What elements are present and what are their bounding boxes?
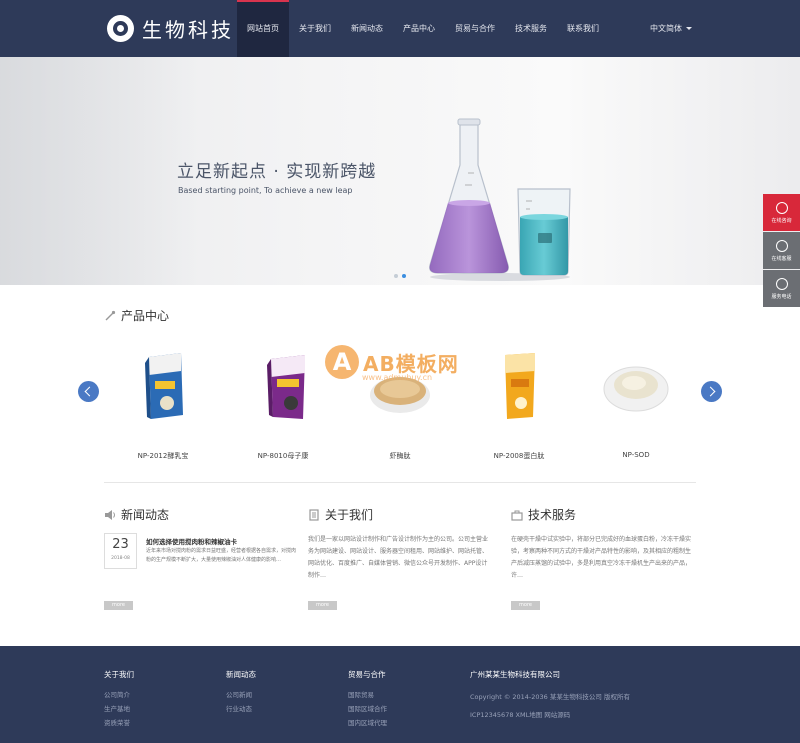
- footer-link[interactable]: 公司简介: [104, 688, 134, 702]
- watermark-url: www.admubuy.cn: [362, 373, 433, 382]
- nav-item-tech[interactable]: 技术服务: [505, 0, 557, 57]
- carousel-next-button[interactable]: [701, 381, 722, 402]
- pipette-icon: [105, 310, 116, 320]
- nav-item-news[interactable]: 新闻动态: [341, 0, 393, 57]
- footer-icp-links[interactable]: ICP12345678 XML地图 网站源码: [470, 706, 630, 724]
- product-image: [145, 353, 183, 419]
- site-logo[interactable]: 生物科技: [107, 14, 234, 42]
- product-card[interactable]: [581, 345, 691, 429]
- side-label: 在线客服: [771, 255, 792, 262]
- slider-dots: [394, 274, 406, 278]
- footer-heading: 关于我们: [104, 670, 134, 679]
- product-card[interactable]: [228, 345, 338, 429]
- nav-item-trade[interactable]: 贸易与合作: [445, 0, 505, 57]
- footer-company-info: 广州某某生物科技有限公司 Copyright © 2014-2036 某某生物科…: [470, 669, 630, 724]
- headset-icon: [775, 239, 788, 252]
- language-label: 中文简体: [650, 24, 682, 33]
- footer-link[interactable]: 生产基地: [104, 702, 134, 716]
- footer-link[interactable]: 国际区域合作: [348, 702, 387, 716]
- product-name[interactable]: 虾酶肽: [345, 451, 455, 461]
- section-heading: 技术服务: [528, 508, 577, 522]
- slider-dot[interactable]: [394, 274, 398, 278]
- footer-copyright: Copyright © 2014-2036 某某生物科技公司 版权所有: [470, 693, 630, 701]
- about-more-button[interactable]: more: [308, 601, 337, 610]
- product-name[interactable]: NP-2012酵乳宝: [108, 451, 218, 461]
- footer-column-trade: 贸易与合作 国际贸易 国际区域合作 国内区域代理: [348, 669, 387, 730]
- toolbox-icon: [511, 510, 523, 521]
- tech-more-button[interactable]: more: [511, 601, 540, 610]
- speaker-icon: [105, 509, 115, 520]
- banner-title: 立足新起点 · 实现新跨越: [177, 162, 377, 182]
- side-phone[interactable]: 服务电话: [763, 270, 800, 307]
- banner-subtitle: Based starting point, To achieve a new l…: [178, 186, 353, 195]
- product-name[interactable]: NP-8010母子康: [228, 451, 338, 461]
- section-divider: [104, 482, 696, 483]
- footer-link[interactable]: 国内区域代理: [348, 716, 387, 730]
- about-excerpt: 我们是一家以网站设计制作和广告设计制作为主的公司。公司主营业务为网站建设、网站设…: [308, 536, 489, 579]
- news-section-title: 新闻动态: [104, 506, 169, 523]
- news-more-button[interactable]: more: [104, 601, 133, 610]
- footer-column-about: 关于我们 公司简介 生产基地 资质荣誉: [104, 669, 134, 730]
- nav-item-products[interactable]: 产品中心: [393, 0, 445, 57]
- nav-item-contact[interactable]: 联系我们: [557, 0, 609, 57]
- watermark: A AB模板网 www.admubuy.cn: [325, 345, 459, 382]
- product-name[interactable]: NP-2008蛋白肽: [464, 451, 574, 461]
- side-toolbar: 在线咨询 在线客服 服务电话: [763, 194, 800, 308]
- chevron-down-icon: [686, 27, 692, 30]
- news-date-badge: 23 2018-08: [104, 533, 137, 569]
- side-online-service[interactable]: 在线客服: [763, 232, 800, 269]
- product-card[interactable]: [464, 345, 574, 429]
- document-icon: [309, 508, 319, 521]
- section-heading: 新闻动态: [121, 508, 170, 522]
- logo-icon: [107, 14, 134, 42]
- about-section-title: 关于我们: [308, 506, 373, 523]
- carousel-prev-button[interactable]: [78, 381, 99, 402]
- tech-section-title: 技术服务: [511, 506, 576, 523]
- bell-icon: [775, 201, 788, 214]
- slider-dot-active[interactable]: [402, 274, 406, 278]
- language-selector[interactable]: 中文简体: [650, 23, 692, 34]
- footer-heading: 新闻动态: [226, 670, 256, 679]
- product-image: [603, 366, 669, 412]
- tech-excerpt: 在硬壳干燥中试实验中，将部分已完成好的血球蛋白粉，冷冻干燥实验，考察两种不同方式…: [511, 536, 692, 579]
- footer-link[interactable]: 行业动态: [226, 702, 256, 716]
- products-section-title: 产品中心: [104, 307, 169, 324]
- banner-shade: [0, 57, 200, 285]
- side-label: 服务电话: [771, 293, 792, 300]
- nav-item-about[interactable]: 关于我们: [289, 0, 341, 57]
- header-bar: 生物科技 网站首页 关于我们 新闻动态 产品中心 贸易与合作 技术服务 联系我们…: [0, 0, 800, 57]
- news-excerpt: 近年来市场对搅肉粉的需求日益旺盛，经营者根据各自需求，对搅肉粉的生产规模不断扩大…: [146, 548, 297, 563]
- product-card[interactable]: [108, 345, 218, 429]
- section-heading: 产品中心: [121, 309, 170, 323]
- phone-icon: [775, 277, 788, 290]
- footer-column-news: 新闻动态 公司新闻 行业动态: [226, 669, 256, 716]
- side-label: 在线咨询: [771, 217, 792, 224]
- news-year-month: 2018-08: [111, 556, 130, 561]
- footer-link[interactable]: 资质荣誉: [104, 716, 134, 730]
- watermark-logo: A: [325, 345, 359, 379]
- hero-banner: 立足新起点 · 实现新跨越 Based starting point, To a…: [0, 57, 800, 285]
- main-nav: 网站首页 关于我们 新闻动态 产品中心 贸易与合作 技术服务 联系我们: [237, 0, 609, 57]
- brand-name: 生物科技: [142, 17, 234, 42]
- side-online-consult[interactable]: 在线咨询: [763, 194, 800, 231]
- footer-link[interactable]: 国际贸易: [348, 688, 387, 702]
- news-day: 23: [112, 537, 129, 552]
- product-name[interactable]: NP-SOD: [581, 451, 691, 459]
- product-image: [267, 355, 305, 419]
- nav-item-home[interactable]: 网站首页: [237, 0, 289, 57]
- section-heading: 关于我们: [325, 508, 374, 522]
- news-headline-link[interactable]: 如何选择使用搅肉粉和辣椒油卡: [146, 536, 237, 546]
- product-image: [505, 353, 535, 419]
- footer-link[interactable]: 公司新闻: [226, 688, 256, 702]
- flask-beaker-illustration: [429, 118, 571, 281]
- footer-heading: 贸易与合作: [348, 670, 386, 679]
- footer-company-name: 广州某某生物科技有限公司: [470, 670, 560, 679]
